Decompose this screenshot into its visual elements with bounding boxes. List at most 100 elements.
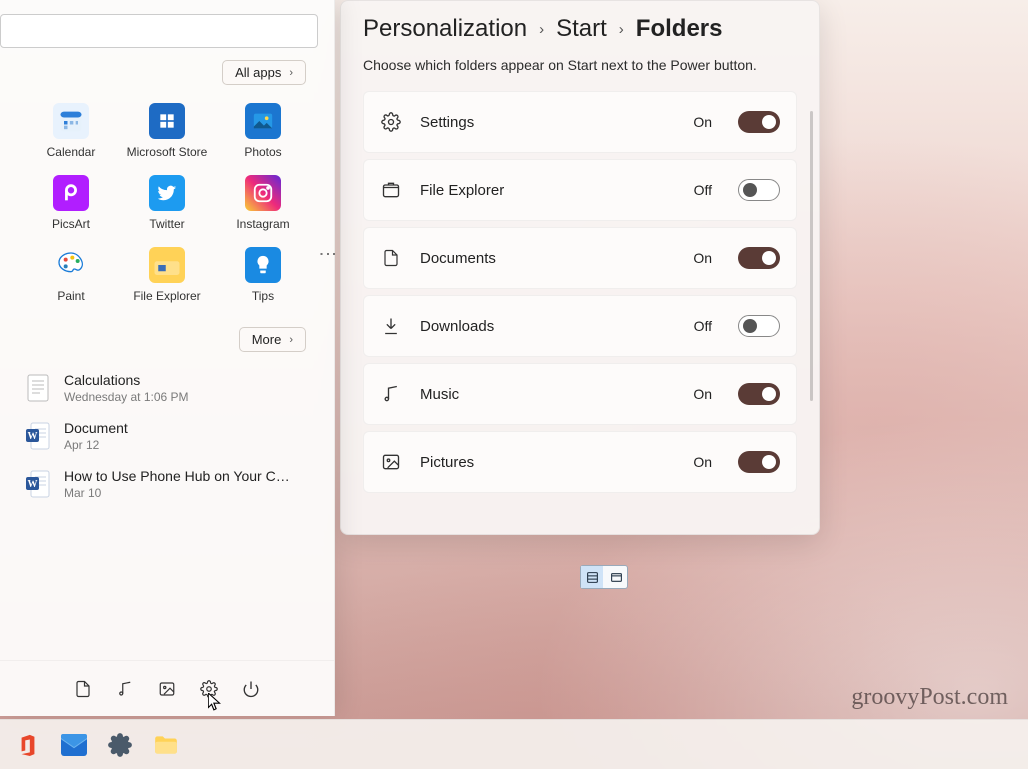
- folder-row-file-explorer: File Explorer Off: [363, 159, 797, 221]
- app-label: Paint: [57, 289, 84, 303]
- start-footer: [0, 660, 334, 716]
- app-tile-twitter[interactable]: Twitter: [122, 175, 212, 231]
- pictures-icon[interactable]: [157, 679, 177, 699]
- settings-icon[interactable]: [199, 679, 219, 699]
- folder-label: Documents: [420, 250, 675, 267]
- settings-taskbar-icon[interactable]: [106, 731, 134, 759]
- toggle-state: Off: [694, 182, 712, 198]
- svg-text:W: W: [28, 431, 38, 442]
- folder-icon: [380, 179, 402, 201]
- app-label: Microsoft Store: [127, 145, 208, 159]
- toggle-state: On: [693, 250, 712, 266]
- view-window-icon[interactable]: [605, 566, 627, 588]
- power-icon[interactable]: [241, 679, 261, 699]
- text-file-icon: [24, 372, 52, 404]
- recommended-subtitle: Mar 10: [64, 486, 294, 500]
- file-explorer-taskbar-icon[interactable]: [152, 731, 180, 759]
- music-icon: [380, 383, 402, 405]
- download-icon: [380, 315, 402, 337]
- search-input[interactable]: [0, 14, 318, 48]
- start-menu: All apps › Calendar Microsoft Store Phot…: [0, 0, 335, 716]
- app-tile-instagram[interactable]: Instagram: [218, 175, 308, 231]
- tips-icon: [245, 247, 281, 283]
- gear-icon: [380, 111, 402, 133]
- folder-row-music: Music On: [363, 363, 797, 425]
- folder-row-documents: Documents On: [363, 227, 797, 289]
- app-label: Calendar: [47, 145, 96, 159]
- recommended-title: How to Use Phone Hub on Your Ch…: [64, 468, 294, 484]
- scrollbar[interactable]: [810, 111, 813, 401]
- toggle-state: On: [693, 454, 712, 470]
- documents-icon[interactable]: [73, 679, 93, 699]
- more-button[interactable]: More ›: [239, 327, 306, 352]
- app-tile-calendar[interactable]: Calendar: [26, 103, 116, 159]
- paint-icon: [53, 247, 89, 283]
- folder-label: File Explorer: [420, 182, 676, 199]
- toggle-state: On: [693, 386, 712, 402]
- app-tile-file-explorer[interactable]: File Explorer: [122, 247, 212, 303]
- word-file-icon: W: [24, 420, 52, 452]
- recommended-title: Document: [64, 420, 128, 436]
- app-tile-photos[interactable]: Photos: [218, 103, 308, 159]
- calendar-icon: [53, 103, 89, 139]
- overflow-dots-icon[interactable]: ⋮: [325, 245, 331, 263]
- chevron-right-icon: ›: [619, 21, 624, 38]
- breadcrumb-personalization[interactable]: Personalization: [363, 15, 527, 43]
- word-file-icon: W: [24, 468, 52, 500]
- view-switcher: [580, 565, 628, 589]
- folder-label: Settings: [420, 114, 675, 131]
- breadcrumb-start[interactable]: Start: [556, 15, 607, 43]
- taskbar: [0, 719, 1028, 769]
- settings-window: Personalization › Start › Folders Choose…: [340, 0, 820, 535]
- all-apps-button[interactable]: All apps ›: [222, 60, 306, 85]
- mail-icon[interactable]: [60, 731, 88, 759]
- recommended-subtitle: Apr 12: [64, 438, 128, 452]
- app-tile-picsart[interactable]: PicsArt: [26, 175, 116, 231]
- toggle-pictures[interactable]: [738, 451, 780, 473]
- watermark: groovyPost.com: [851, 684, 1008, 711]
- toggle-file-explorer[interactable]: [738, 179, 780, 201]
- picture-icon: [380, 451, 402, 473]
- document-icon: [380, 247, 402, 269]
- folder-row-settings: Settings On: [363, 91, 797, 153]
- app-tile-tips[interactable]: Tips: [218, 247, 308, 303]
- folder-label: Music: [420, 386, 675, 403]
- app-label: Instagram: [236, 217, 289, 231]
- app-tile-paint[interactable]: Paint: [26, 247, 116, 303]
- toggle-documents[interactable]: [738, 247, 780, 269]
- all-apps-label: All apps: [235, 65, 281, 80]
- store-icon: [149, 103, 185, 139]
- photos-icon: [245, 103, 281, 139]
- chevron-right-icon: ›: [539, 21, 544, 38]
- toggle-settings[interactable]: [738, 111, 780, 133]
- app-tile-microsoft-store[interactable]: Microsoft Store: [122, 103, 212, 159]
- app-label: Photos: [244, 145, 281, 159]
- toggle-state: On: [693, 114, 712, 130]
- chevron-right-icon: ›: [289, 334, 293, 346]
- view-list-icon[interactable]: [581, 566, 603, 588]
- folder-label: Downloads: [420, 318, 676, 335]
- recommended-item[interactable]: W How to Use Phone Hub on Your Ch… Mar 1…: [18, 460, 316, 508]
- recommended-item[interactable]: W Document Apr 12: [18, 412, 316, 460]
- more-label: More: [252, 332, 282, 347]
- folder-row-pictures: Pictures On: [363, 431, 797, 493]
- office-icon[interactable]: [14, 731, 42, 759]
- folder-label: Pictures: [420, 454, 675, 471]
- chevron-right-icon: ›: [289, 67, 293, 79]
- app-label: PicsArt: [52, 217, 90, 231]
- svg-text:W: W: [28, 479, 38, 490]
- settings-description: Choose which folders appear on Start nex…: [363, 57, 797, 73]
- app-label: File Explorer: [133, 289, 200, 303]
- recommended-section: Calculations Wednesday at 1:06 PM W Docu…: [0, 360, 334, 660]
- toggle-music[interactable]: [738, 383, 780, 405]
- recommended-item[interactable]: Calculations Wednesday at 1:06 PM: [18, 364, 316, 412]
- app-label: Tips: [252, 289, 274, 303]
- pinned-apps-grid: Calendar Microsoft Store Photos PicsArt …: [0, 93, 334, 313]
- recommended-title: Calculations: [64, 372, 189, 388]
- music-icon[interactable]: [115, 679, 135, 699]
- toggle-downloads[interactable]: [738, 315, 780, 337]
- folder-row-downloads: Downloads Off: [363, 295, 797, 357]
- recommended-subtitle: Wednesday at 1:06 PM: [64, 390, 189, 404]
- breadcrumb: Personalization › Start › Folders: [363, 15, 797, 43]
- instagram-icon: [245, 175, 281, 211]
